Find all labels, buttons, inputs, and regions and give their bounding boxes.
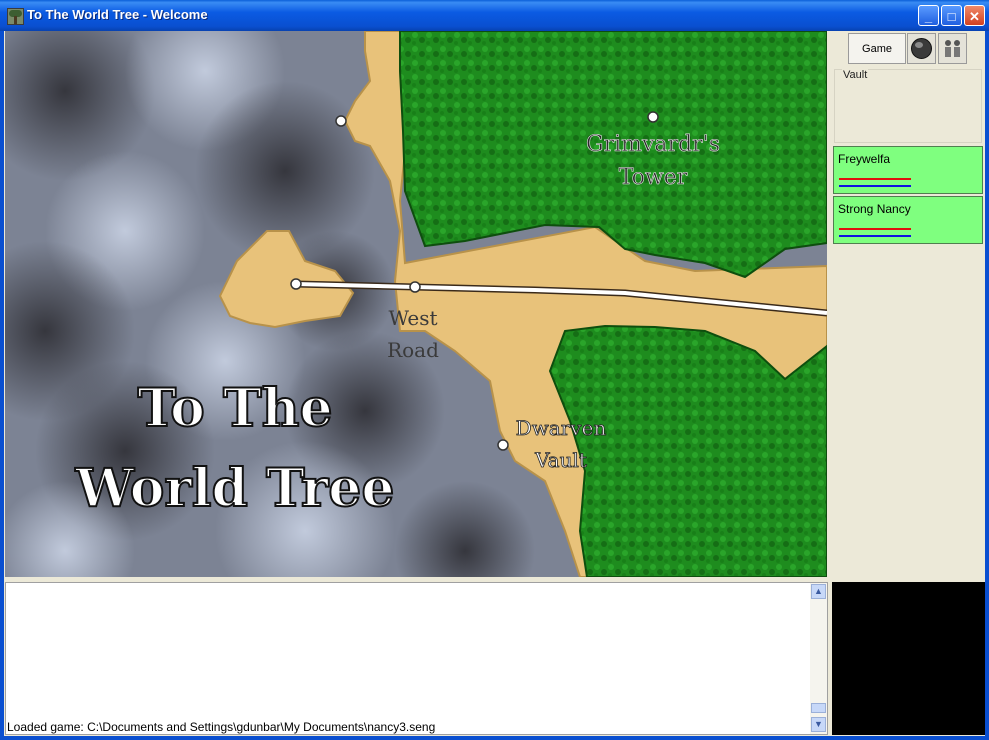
label-west-road-line2: Road — [387, 338, 439, 362]
party-member-name: Strong Nancy — [838, 202, 911, 216]
title-bar[interactable]: To The World Tree - Welcome _ □ ✕ — [0, 0, 989, 31]
log-message: Loaded game: C:\Documents and Settings\g… — [7, 720, 436, 734]
health-bar — [839, 178, 911, 180]
mana-bar — [839, 185, 911, 187]
location-marker-west-road[interactable] — [409, 281, 421, 293]
label-dwarven-vault-line2: Vault — [534, 448, 587, 472]
mana-bar — [839, 235, 911, 237]
map-title-line1: To The — [137, 378, 332, 439]
log-scrollbar[interactable]: ▲ ▼ — [810, 583, 827, 734]
map-view[interactable]: Grimvardr's Tower West Road Dwarven Vaul… — [5, 31, 827, 577]
down-arrow-icon: ▼ — [814, 719, 823, 729]
label-grimvardrs-tower-line2: Tower — [619, 165, 688, 190]
world-map[interactable]: Grimvardr's Tower West Road Dwarven Vaul… — [5, 31, 827, 577]
game-tab[interactable]: Game — [848, 33, 906, 64]
location-marker-north-coast[interactable] — [335, 115, 347, 127]
scroll-down-button[interactable]: ▼ — [811, 717, 826, 732]
close-button[interactable]: ✕ — [964, 5, 985, 26]
window-title: To The World Tree - Welcome — [27, 7, 208, 22]
party-member-name: Freywelfa — [838, 152, 891, 166]
label-grimvardrs-tower-line1: Grimvardr's — [586, 132, 720, 157]
up-arrow-icon: ▲ — [814, 586, 823, 596]
health-bar — [839, 228, 911, 230]
globe-icon — [911, 38, 932, 59]
map-title-line2: World Tree — [75, 458, 395, 519]
minimize-button[interactable]: _ — [918, 5, 939, 26]
preview-pane — [832, 582, 985, 735]
party-member-card[interactable]: Strong Nancy — [833, 196, 983, 244]
window-frame-bottom — [0, 736, 989, 740]
scroll-thumb[interactable] — [811, 703, 826, 713]
label-dwarven-vault-line1: Dwarven — [516, 416, 607, 440]
side-panel: Game Vault Freywelfa Strong Nancy — [832, 31, 985, 577]
vault-label: Vault — [842, 69, 869, 81]
scroll-up-button[interactable]: ▲ — [811, 584, 826, 599]
window-frame-right — [985, 31, 989, 740]
location-marker-grimvardrs-tower[interactable] — [647, 111, 659, 123]
maximize-button[interactable]: □ — [941, 5, 962, 26]
message-log[interactable]: Loaded game: C:\Documents and Settings\g… — [5, 582, 828, 735]
party-member-card[interactable]: Freywelfa — [833, 146, 983, 194]
location-marker-west-peninsula[interactable] — [290, 278, 302, 290]
tree-icon — [7, 8, 24, 25]
vault-group: Vault — [834, 69, 982, 143]
location-marker-dwarven-vault[interactable] — [497, 439, 509, 451]
label-west-road-line1: West — [388, 306, 437, 330]
party-button[interactable] — [938, 33, 967, 64]
party-icon — [945, 40, 960, 57]
window-frame-left — [0, 31, 4, 740]
globe-button[interactable] — [907, 33, 936, 64]
